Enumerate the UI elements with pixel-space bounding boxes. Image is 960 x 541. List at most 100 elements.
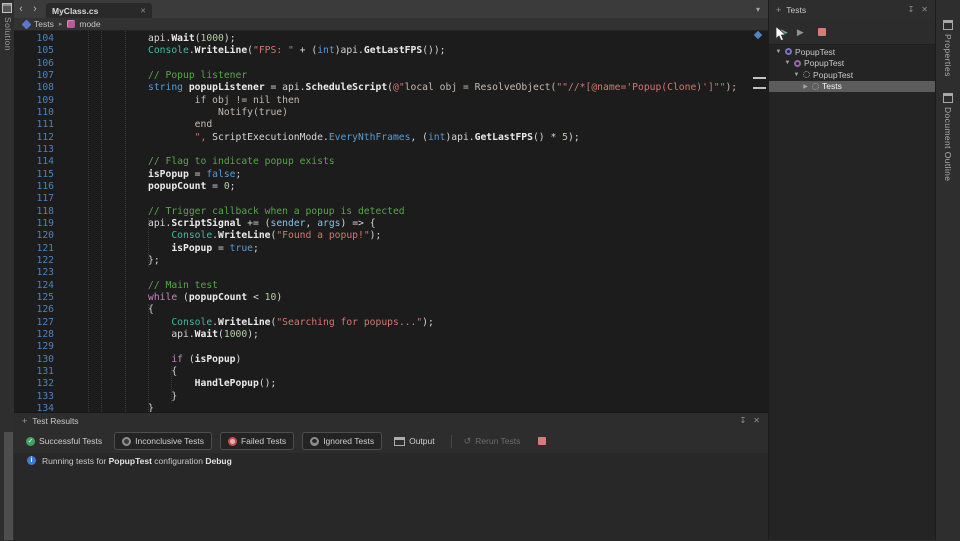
rerun-tests-button[interactable]: ↺ Rerun Tests [464, 436, 521, 447]
code-line[interactable]: 128 api.Wait(1000); [14, 329, 768, 341]
code-line[interactable]: 120 Console.WriteLine("Found a popup!"); [14, 230, 768, 242]
line-number: 118 [36, 205, 55, 217]
filter-button-ignored[interactable]: Ignored Tests [302, 432, 383, 450]
debug-tests-icon[interactable]: ▶ [797, 27, 804, 38]
line-number: 110 [36, 106, 55, 118]
code-line[interactable]: 105 Console.WriteLine("FPS: " + (int)api… [14, 45, 768, 57]
line-number: 107 [36, 69, 55, 81]
code-line[interactable]: 107 // Popup listener [14, 70, 768, 82]
code-line[interactable]: 117 [14, 193, 768, 205]
stop-tests-button[interactable] [538, 437, 547, 445]
filter-label: Output [409, 436, 435, 446]
test-results-title: Test Results [32, 416, 79, 426]
tab-bar: ‹ › MyClass.cs ✕ ▾ [14, 0, 768, 18]
code-line[interactable]: 104 api.Wait(1000); [14, 33, 768, 45]
code-line[interactable]: 121 isPopup = true; [14, 243, 768, 255]
sidebar-tab-solution[interactable]: Solution [1, 17, 13, 51]
line-number: 121 [36, 242, 55, 254]
code-line[interactable]: 116 popupCount = 0; [14, 181, 768, 193]
tests-tree-item-tests[interactable]: ▶ Tests [769, 80, 935, 92]
caret-expanded-icon[interactable]: ▼ [784, 60, 791, 66]
code-line[interactable]: 130 if (isPopup) [14, 354, 768, 366]
code-line[interactable]: 108 string popupListener = api.ScheduleS… [14, 82, 768, 94]
code-line[interactable]: 113 [14, 144, 768, 156]
breadcrumb-item-mode[interactable]: mode [67, 19, 101, 29]
status-text: Running tests for PopupTest configuratio… [42, 455, 232, 466]
caret-collapsed-icon[interactable]: ▶ [802, 83, 809, 90]
code-line[interactable]: 134 } [14, 403, 768, 412]
stop-tests-icon[interactable] [817, 28, 826, 36]
code-line[interactable]: 109 if obj != nil then [14, 95, 768, 107]
breadcrumb-item-tests[interactable]: Tests [21, 19, 54, 29]
code-line[interactable]: 125 while (popupCount < 10) [14, 292, 768, 304]
filter-button-failed[interactable]: Failed Tests [219, 432, 295, 450]
line-number: 111 [36, 119, 55, 131]
line-number: 104 [36, 33, 55, 44]
code-line[interactable]: 106 [14, 58, 768, 70]
line-number: 112 [36, 131, 55, 143]
solution-pad-icon[interactable] [2, 3, 12, 13]
right-dock-strip: Properties Document Outline [935, 0, 960, 540]
pin-icon[interactable]: ↧ [740, 416, 747, 426]
tree-item-label: PopupTest [795, 46, 836, 57]
code-lines: 104 api.Wait(1000); 105 Console.WriteLine… [14, 33, 768, 412]
line-number: 117 [36, 193, 55, 205]
code-line[interactable]: 127 Console.WriteLine("Searching for pop… [14, 317, 768, 329]
line-number: 114 [36, 156, 55, 168]
line-number: 124 [36, 279, 55, 291]
code-line[interactable]: 115 isPopup = false; [14, 169, 768, 181]
properties-icon [943, 20, 953, 30]
code-line[interactable]: 123 [14, 267, 768, 279]
caret-expanded-icon[interactable]: ▼ [775, 49, 782, 55]
tests-panel-header: + Tests ↧ ✕ [769, 0, 935, 20]
tests-tree-item-popuptest[interactable]: ▼ PopupTest [769, 46, 935, 58]
line-number: 132 [36, 378, 55, 390]
nav-back-button[interactable]: ‹ [14, 2, 28, 16]
mouse-cursor [775, 26, 787, 42]
test-node-icon [785, 48, 792, 56]
tests-tree-item-popuptest[interactable]: ▼ PopupTest [769, 58, 935, 70]
filter-button-output[interactable]: Output [390, 433, 439, 449]
code-line[interactable]: 112 ", ScriptExecutionMode.EveryNthFrame… [14, 132, 768, 144]
nav-forward-button[interactable]: › [28, 2, 42, 16]
line-number: 109 [36, 94, 55, 106]
test-results-toolbar: ✓ Successful Tests Inconclusive Tests Faile… [14, 429, 768, 453]
tree-item-label: PopupTest [813, 69, 854, 80]
tab-close-icon[interactable]: ✕ [140, 7, 146, 15]
sidebar-tab-document-outline[interactable]: Document Outline [936, 92, 960, 181]
code-line[interactable]: 122 }; [14, 255, 768, 267]
tab-list-dropdown-icon[interactable]: ▾ [756, 5, 760, 14]
filters-container: ✓ Successful Tests Inconclusive Tests Faile… [22, 432, 439, 450]
tab-myclass[interactable]: MyClass.cs ✕ [46, 3, 152, 18]
line-number: 108 [36, 82, 55, 94]
document-outline-icon [943, 92, 953, 103]
code-line[interactable]: 119 api.ScriptSignal += (sender, args) =… [14, 218, 768, 230]
pin-icon[interactable]: ↧ [908, 5, 915, 15]
left-dock-scrollbar[interactable] [4, 432, 13, 540]
breadcrumb: Tests ▸ mode [14, 18, 768, 31]
code-line[interactable]: 126 { [14, 304, 768, 316]
close-icon[interactable]: ✕ [753, 416, 760, 426]
filter-button-inconclusive[interactable]: Inconclusive Tests [114, 432, 212, 450]
code-line[interactable]: 124 // Main test [14, 280, 768, 292]
caret-expanded-icon[interactable]: ▼ [793, 72, 800, 78]
line-number: 127 [36, 316, 55, 328]
code-line[interactable]: 133 } [14, 391, 768, 403]
filter-button-success[interactable]: ✓ Successful Tests [22, 433, 106, 449]
code-line[interactable]: 114 // Flag to indicate popup exists [14, 156, 768, 168]
code-line[interactable]: 118 // Trigger callback when a popup is … [14, 206, 768, 218]
scrollbar-change-marker [753, 77, 766, 79]
sidebar-tab-properties[interactable]: Properties [936, 20, 960, 77]
line-number: 130 [36, 353, 55, 365]
code-line[interactable]: 131 { [14, 366, 768, 378]
main-column: ‹ › MyClass.cs ✕ ▾ Tests ▸ mode 104 api.… [14, 0, 768, 541]
code-line[interactable]: 132 HandlePopup(); [14, 378, 768, 390]
tests-panel: + Tests ↧ ✕ ▶▶ ▶ ▼ PopupTest ▼ PopupTest ▼ Po… [768, 0, 935, 540]
code-line[interactable]: 129 [14, 341, 768, 353]
code-line[interactable]: 110 Notify(true) [14, 107, 768, 119]
code-editor[interactable]: 104 api.Wait(1000); 105 Console.WriteLine… [14, 31, 768, 412]
code-line[interactable]: 111 end [14, 119, 768, 131]
close-icon[interactable]: ✕ [921, 5, 928, 15]
test-node-icon [812, 82, 819, 90]
tests-tree-item-popuptest[interactable]: ▼ PopupTest [769, 69, 935, 81]
